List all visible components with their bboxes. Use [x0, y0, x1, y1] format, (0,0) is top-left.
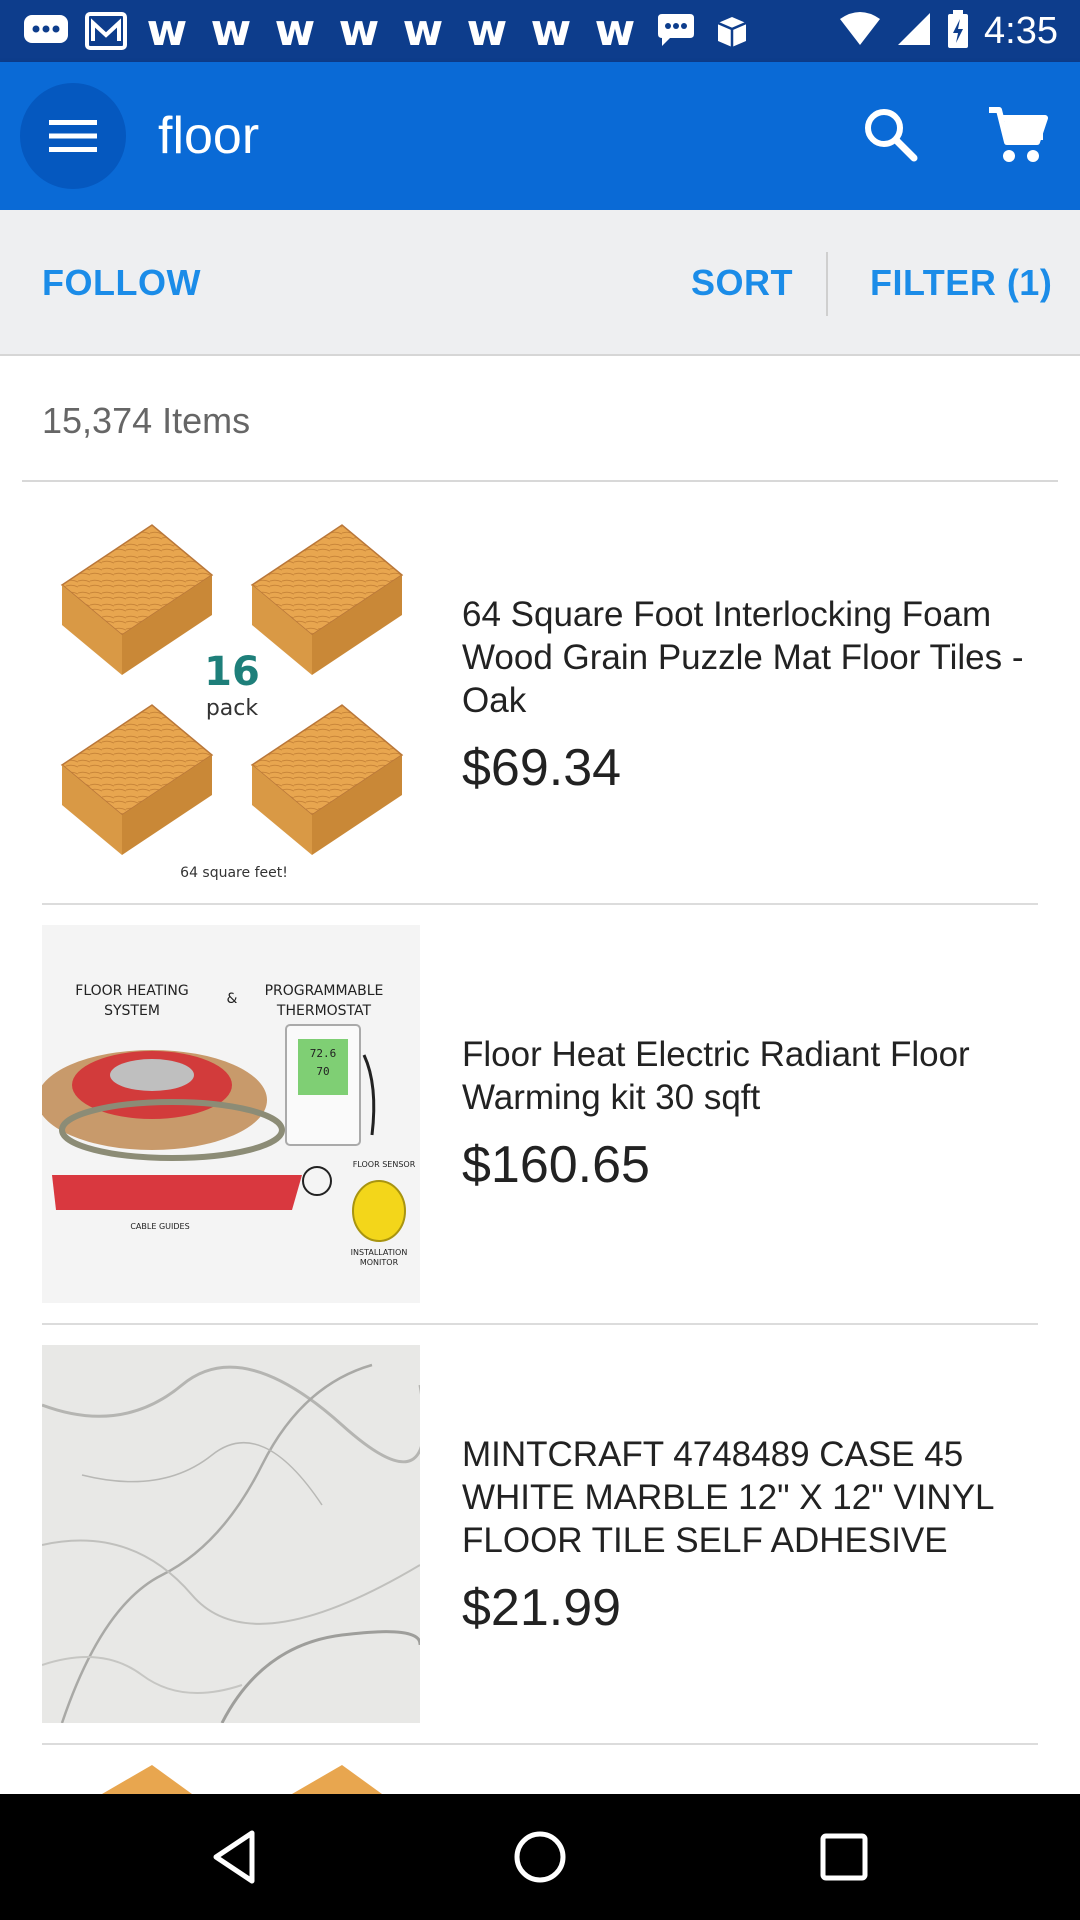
image-badge-word: pack [206, 696, 259, 721]
home-icon [514, 1831, 566, 1883]
product-image[interactable]: 16 pack 64 square feet! [42, 505, 420, 883]
recents-button[interactable] [814, 1827, 874, 1887]
back-icon [213, 1830, 255, 1884]
item-price: $69.34 [462, 739, 622, 797]
action-bar: FOLLOW SORT FILTER (1) [0, 210, 1080, 356]
image-badge-number: 16 [204, 649, 260, 695]
item-info: MINTCRAFT 4748489 CASE 45 WHITE MARBLE 1… [462, 1433, 1042, 1638]
product-image[interactable]: FLOOR HEATING SYSTEM & PROGRAMMABLE THER… [42, 925, 420, 1303]
image-label: FLOOR HEATING [75, 983, 188, 999]
follow-button[interactable]: FOLLOW [42, 262, 201, 304]
image-readout: 70 [316, 1065, 329, 1078]
battery-icon [946, 9, 970, 54]
divider [42, 1743, 1038, 1745]
item-price: $21.99 [462, 1579, 622, 1637]
clock: 4:35 [984, 9, 1058, 52]
image-label: FLOOR SENSOR [353, 1160, 416, 1169]
image-label: PROGRAMMABLE [265, 983, 384, 999]
image-caption: 64 square feet! [180, 865, 288, 881]
item-info: Floor Heat Electric Radiant Floor Warmin… [462, 1033, 1042, 1195]
search-button[interactable] [858, 102, 924, 168]
item-title[interactable]: Floor Heat Electric Radiant Floor Warmin… [462, 1033, 1042, 1119]
item-title[interactable]: 64 Square Foot Interlocking Foam Wood Gr… [462, 593, 1042, 722]
chat-icon [654, 11, 698, 51]
w-icon: w [274, 5, 316, 56]
divider [22, 480, 1058, 482]
product-image[interactable] [42, 1345, 420, 1723]
result-count: 15,374 Items [42, 400, 251, 441]
hamburger-icon [49, 120, 97, 152]
search-icon [865, 109, 918, 162]
mail-icon [84, 11, 128, 51]
product-image[interactable] [42, 1765, 420, 1794]
image-label: SYSTEM [104, 1003, 160, 1019]
menu-button[interactable] [20, 83, 126, 189]
image-readout: 72.6 [310, 1047, 337, 1060]
signal-icon [896, 11, 932, 52]
message-icon [22, 11, 70, 51]
image-label: & [227, 991, 238, 1007]
w-icon: w [594, 5, 636, 56]
image-label: THERMOSTAT [276, 1003, 372, 1019]
box-icon [712, 11, 752, 51]
w-icon: w [210, 5, 252, 56]
list-item[interactable]: MINTCRAFT 4748489 CASE 45 WHITE MARBLE 1… [0, 1325, 1080, 1745]
image-label: INSTALLATION [351, 1248, 408, 1257]
system-indicators: 4:35 [838, 0, 1058, 62]
w-icon: w [146, 5, 188, 56]
list-item[interactable]: FLOOR HEATING SYSTEM & PROGRAMMABLE THER… [0, 905, 1080, 1325]
w-icon: w [402, 5, 444, 56]
search-query[interactable]: floor [158, 106, 259, 166]
sort-button[interactable]: SORT [691, 262, 793, 304]
recents-icon [820, 1833, 868, 1881]
home-button[interactable] [510, 1827, 570, 1887]
item-title[interactable]: MINTCRAFT 4748489 CASE 45 WHITE MARBLE 1… [462, 1433, 1042, 1562]
list-item[interactable]: 16 pack 64 square feet! 64 Square Foot I… [0, 485, 1080, 905]
status-bar: w w w w w w w w 4:35 [0, 0, 1080, 62]
item-info: 64 Square Foot Interlocking Foam Wood Gr… [462, 593, 1042, 798]
filter-button[interactable]: FILTER (1) [870, 262, 1052, 304]
back-button[interactable] [206, 1827, 266, 1887]
wifi-icon [838, 11, 882, 52]
item-price: $160.65 [462, 1136, 650, 1194]
w-icon: w [338, 5, 380, 56]
notification-icons: w w w w w w w w [0, 5, 752, 56]
cart-button[interactable] [985, 102, 1051, 168]
image-label: CABLE GUIDES [130, 1222, 189, 1231]
divider [826, 252, 828, 316]
image-label: MONITOR [360, 1258, 399, 1267]
w-icon: w [466, 5, 508, 56]
navigation-bar [0, 1794, 1080, 1920]
w-icon: w [530, 5, 572, 56]
app-bar: floor [0, 62, 1080, 210]
cart-icon [989, 107, 1048, 162]
